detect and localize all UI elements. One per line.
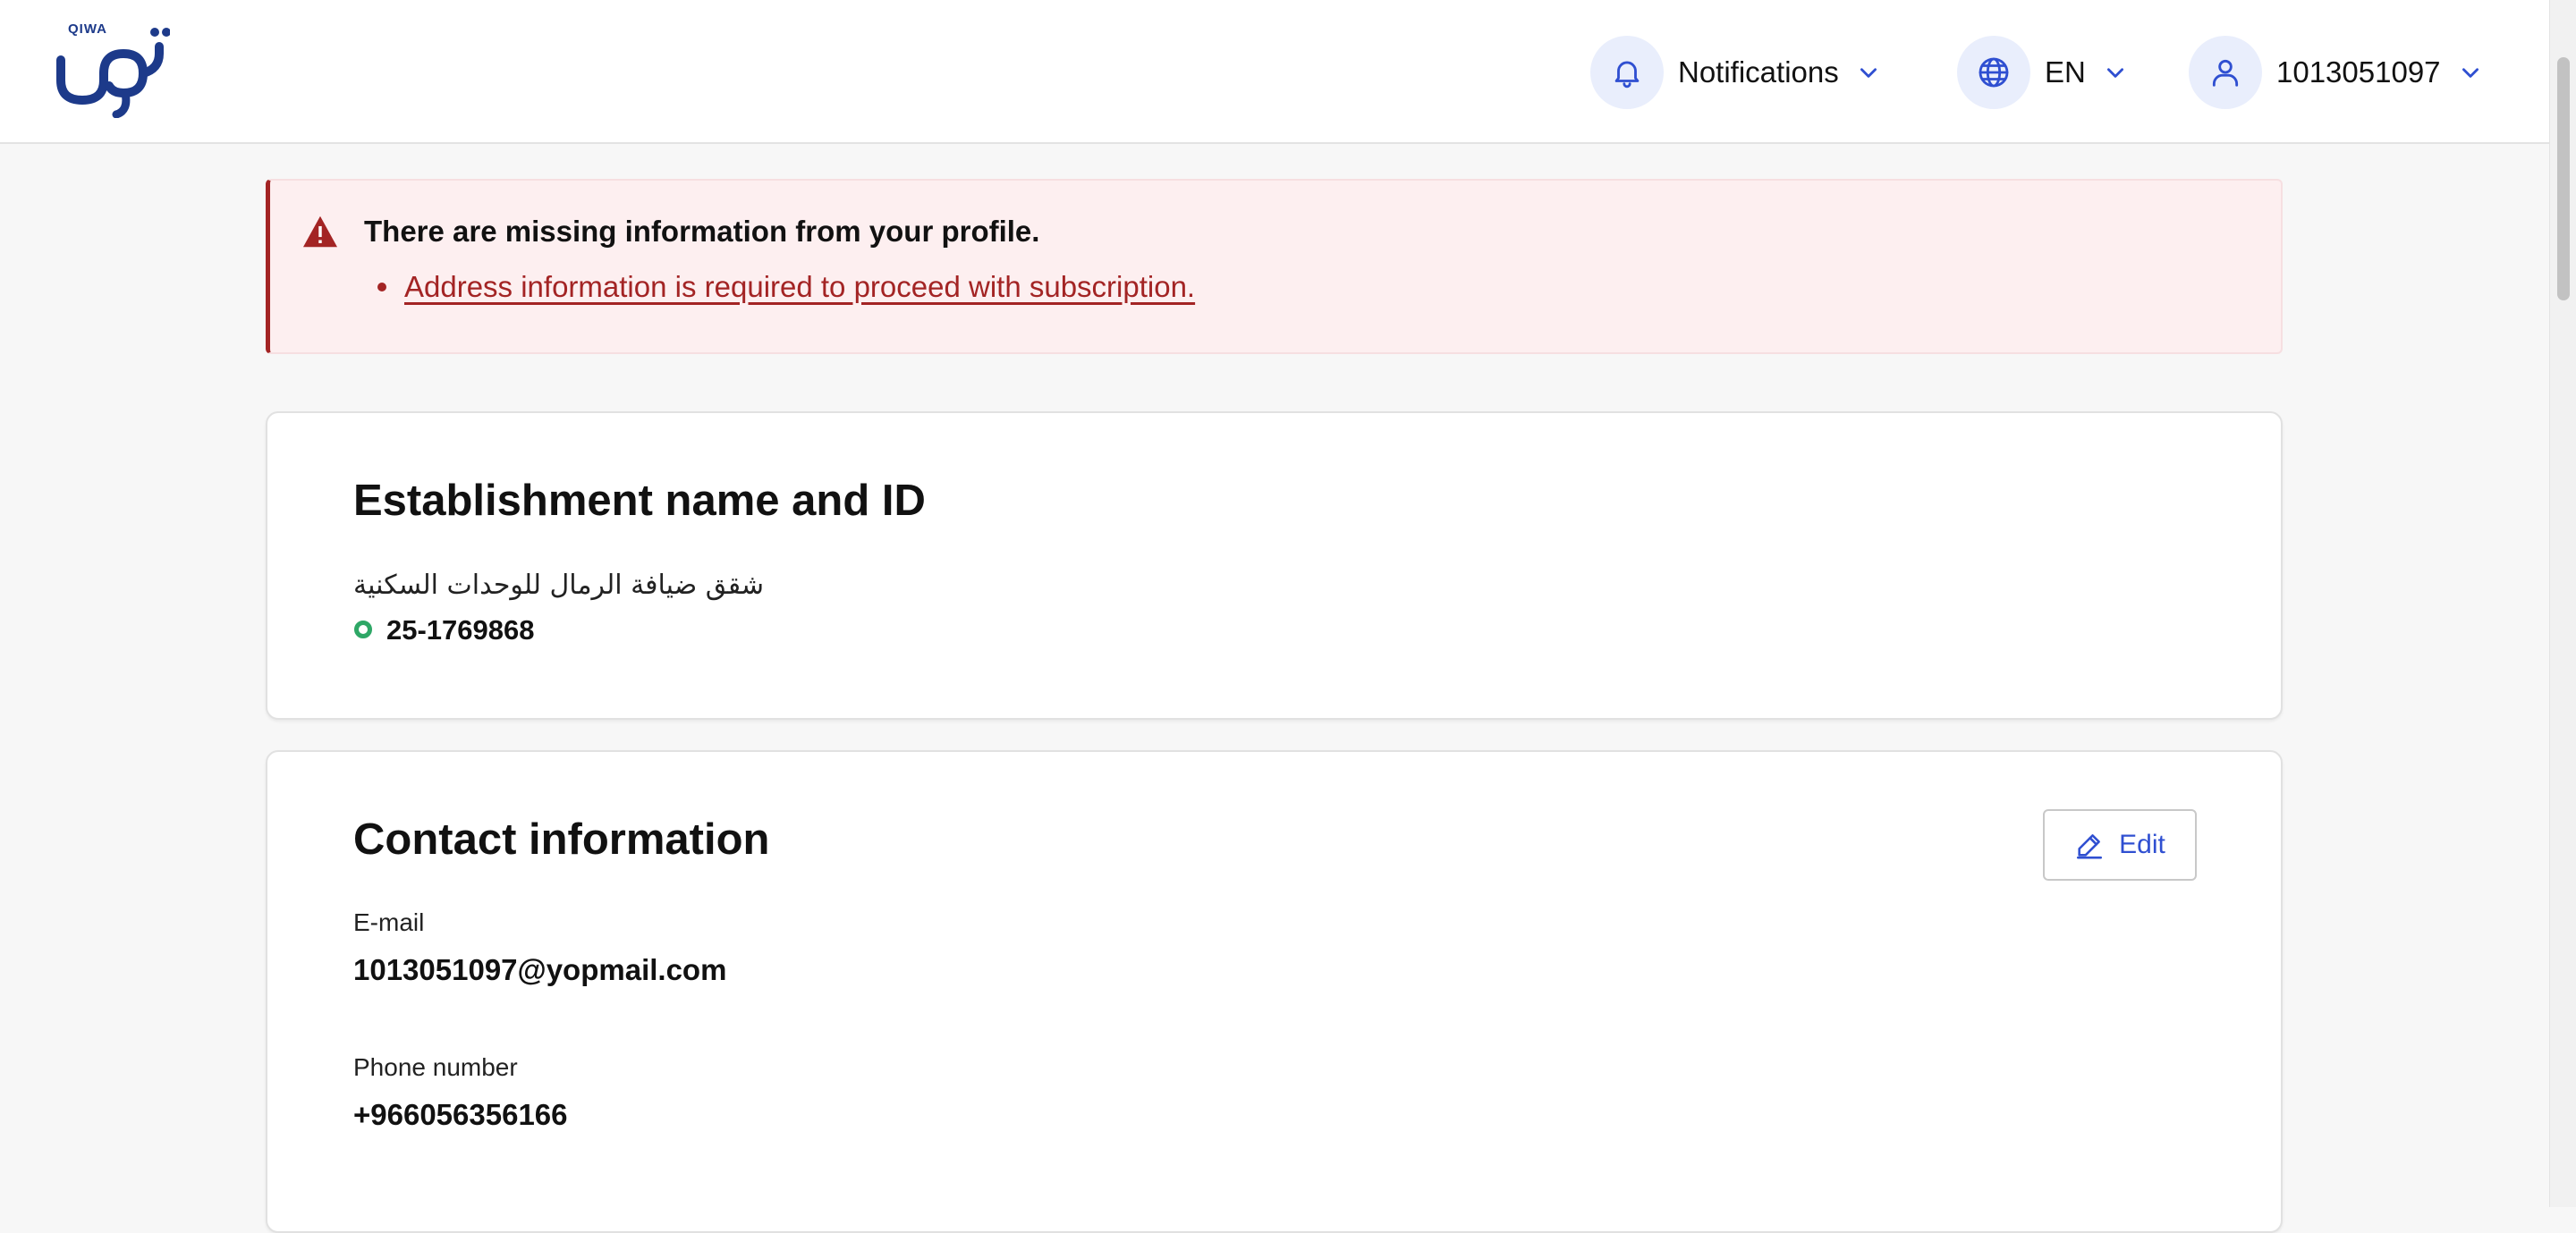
establishment-id: 25-1769868 — [386, 614, 535, 646]
notifications-menu[interactable]: Notifications — [1590, 36, 1880, 109]
user-icon — [2189, 36, 2262, 109]
chevron-down-icon — [1860, 68, 1877, 78]
bullet — [377, 283, 386, 291]
address-required-link[interactable]: Address information is required to proce… — [404, 270, 1195, 304]
edit-label: Edit — [2119, 830, 2165, 859]
contact-card: Contact information Edit E-mail 10130510… — [266, 750, 2283, 1233]
establishment-title: Establishment name and ID — [353, 477, 926, 525]
establishment-name: شقق ضيافة الرمال للوحدات السكنية — [353, 570, 765, 601]
email-value: 1013051097@yopmail.com — [353, 953, 727, 986]
missing-info-alert: There are missing information from your … — [266, 179, 2283, 354]
top-header: QIWA Notifications EN 1013051097 — [0, 0, 2549, 144]
page-scrollbar[interactable] — [2549, 0, 2576, 1207]
chevron-down-icon — [2106, 68, 2123, 78]
contact-title: Contact information — [353, 815, 770, 864]
status-dot-icon — [354, 621, 372, 638]
phone-value: +966056356166 — [353, 1098, 568, 1131]
email-label: E-mail — [353, 908, 425, 936]
notifications-label: Notifications — [1678, 55, 1839, 89]
scrollbar-thumb[interactable] — [2557, 57, 2570, 300]
globe-icon — [1957, 36, 2030, 109]
edit-button[interactable]: Edit — [2043, 809, 2197, 881]
pencil-icon — [2077, 834, 2103, 859]
warning-icon — [303, 215, 337, 248]
language-menu[interactable]: EN — [1957, 36, 2127, 109]
establishment-card: Establishment name and ID شقق ضيافة الرم… — [266, 411, 2283, 720]
chevron-down-icon — [2462, 68, 2479, 78]
user-menu[interactable]: 1013051097 — [2189, 36, 2482, 109]
bell-icon — [1590, 36, 1664, 109]
user-id-label: 1013051097 — [2276, 55, 2441, 89]
phone-label: Phone number — [353, 1053, 518, 1081]
qiwa-logo[interactable] — [54, 20, 170, 118]
alert-title: There are missing information from your … — [364, 215, 1040, 248]
language-label: EN — [2045, 55, 2086, 89]
